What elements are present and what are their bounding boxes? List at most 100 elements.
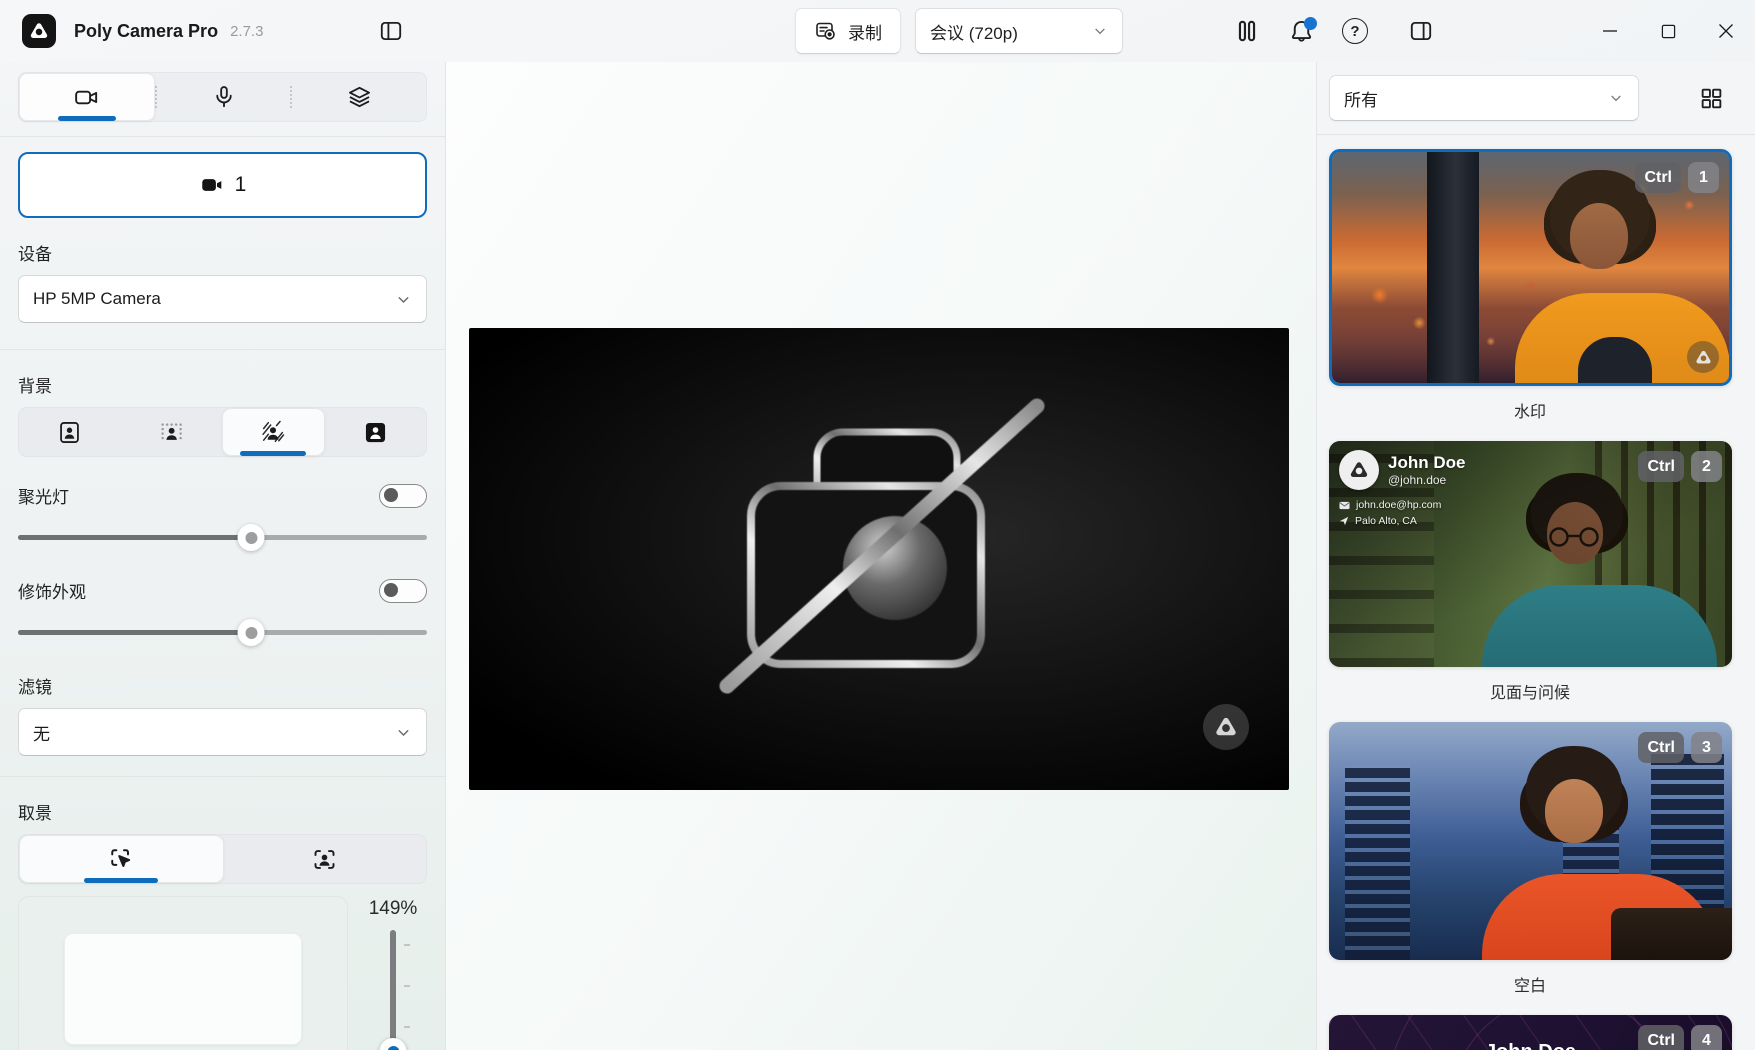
preset-card-watermark[interactable]: Ctrl 1 xyxy=(1329,149,1732,386)
shortcut-key-badge: 2 xyxy=(1691,451,1722,482)
zoom-percent: 149% xyxy=(369,898,418,920)
retouch-toggle[interactable] xyxy=(379,579,427,603)
device-dropdown[interactable]: HP 5MP Camera xyxy=(18,275,427,323)
camera-icon xyxy=(73,84,100,111)
filter-dropdown[interactable]: 无 xyxy=(18,708,427,756)
preset-card-meet-greet[interactable]: John Doe @john.doe john.doe@hp.com xyxy=(1329,441,1732,667)
title-bar: Poly Camera Pro 2.7.3 录制 会议 (720p) xyxy=(0,0,1755,62)
record-label: 录制 xyxy=(848,19,882,44)
notification-dot xyxy=(1304,17,1317,30)
zoom-slider-knob[interactable] xyxy=(380,1038,407,1050)
minimize-button[interactable] xyxy=(1581,0,1639,62)
retouch-slider-knob[interactable] xyxy=(238,619,265,646)
person-face xyxy=(1570,203,1628,269)
camera-filled-icon xyxy=(199,172,225,198)
help-icon[interactable]: ? xyxy=(1335,11,1375,51)
person-email: john.doe@hp.com xyxy=(1356,499,1441,511)
pause-preview-icon[interactable] xyxy=(1227,11,1267,51)
tab-scenes[interactable] xyxy=(292,73,426,121)
retouch-label: 修饰外观 xyxy=(18,578,86,603)
presets-filter-dropdown[interactable]: 所有 xyxy=(1329,75,1639,121)
preset-label: 空白 xyxy=(1329,972,1731,996)
microphone-icon xyxy=(211,84,237,110)
active-tab-indicator xyxy=(58,116,116,121)
background-label: 背景 xyxy=(18,372,427,397)
tab-camera[interactable] xyxy=(19,73,155,121)
spotlight-label: 聚光灯 xyxy=(18,483,69,508)
right-panel-toggle-icon[interactable] xyxy=(1401,11,1441,51)
lower-third-card: John Doe @john.doe john.doe@hp.com xyxy=(1339,450,1465,527)
app-title: Poly Camera Pro xyxy=(74,21,218,42)
bg-option-light-blur[interactable] xyxy=(120,408,221,456)
chevron-down-icon xyxy=(395,291,412,308)
zoom-slider[interactable] xyxy=(378,930,408,1050)
location-icon xyxy=(1339,516,1349,526)
spotlight-slider-knob[interactable] xyxy=(238,524,265,551)
poly-watermark-icon xyxy=(1687,341,1719,373)
person-face xyxy=(1545,779,1603,843)
filter-value: 无 xyxy=(33,720,395,745)
preset-card-blank[interactable]: Ctrl 3 xyxy=(1329,722,1732,960)
chevron-down-icon xyxy=(395,724,412,741)
person-name: John Doe xyxy=(1388,453,1465,473)
preset-list: Ctrl 1 水印 xyxy=(1329,135,1731,1050)
camera-preview xyxy=(469,328,1289,790)
bg-option-none[interactable] xyxy=(19,408,120,456)
retouch-slider[interactable] xyxy=(18,617,427,647)
chevron-down-icon xyxy=(1092,23,1108,39)
preview-stage xyxy=(446,62,1316,1050)
app-version: 2.7.3 xyxy=(230,23,263,40)
shortcut-badge: Ctrl xyxy=(1638,451,1684,482)
device-label: 设备 xyxy=(18,240,427,265)
preset-label: 水印 xyxy=(1329,398,1731,422)
framing-label: 取景 xyxy=(18,799,427,824)
resolution-dropdown[interactable]: 会议 (720p) xyxy=(915,8,1123,54)
pan-zoom-preview[interactable] xyxy=(18,896,348,1050)
person-frame-icon xyxy=(56,419,83,446)
shortcut-key-badge: 4 xyxy=(1691,1025,1722,1050)
spotlight-toggle[interactable] xyxy=(379,484,427,508)
camera-off-icon xyxy=(699,390,1059,700)
resolution-value: 会议 (720p) xyxy=(930,19,1092,44)
mail-icon xyxy=(1339,501,1350,510)
filter-label: 滤镜 xyxy=(18,673,427,698)
close-button[interactable] xyxy=(1697,0,1755,62)
notifications-bell-icon[interactable] xyxy=(1281,11,1321,51)
settings-panel: 1 设备 HP 5MP Camera 背景 xyxy=(0,62,446,1050)
left-panel-toggle-icon[interactable] xyxy=(371,11,411,51)
avatar xyxy=(1339,450,1379,490)
shortcut-badge: Ctrl xyxy=(1638,732,1684,763)
poly-watermark xyxy=(1203,704,1249,750)
person-dotted-blur-icon xyxy=(157,419,184,446)
pan-zoom-frame[interactable] xyxy=(64,933,302,1045)
bg-option-heavy-blur[interactable] xyxy=(222,408,325,456)
preset-label: 见面与问候 xyxy=(1329,679,1731,703)
person-handle: @john.doe xyxy=(1388,473,1465,487)
settings-tabbar xyxy=(18,72,427,122)
grid-view-icon[interactable] xyxy=(1691,78,1731,118)
background-options xyxy=(18,407,427,457)
person-hatched-blur-icon xyxy=(259,418,287,446)
maximize-button[interactable] xyxy=(1639,0,1697,62)
chevron-down-icon xyxy=(1608,90,1624,106)
camera-number: 1 xyxy=(235,173,247,197)
presets-panel: 所有 xyxy=(1316,62,1755,1050)
preset-card-name-slate[interactable]: John Doe @john.doe Ctrl 4 xyxy=(1329,1015,1732,1050)
record-button[interactable]: 录制 xyxy=(795,8,901,54)
layers-icon xyxy=(346,84,373,111)
device-value: HP 5MP Camera xyxy=(33,289,395,309)
selected-camera-box[interactable]: 1 xyxy=(18,152,427,218)
shortcut-key-badge: 3 xyxy=(1691,732,1722,763)
app-logo-icon xyxy=(22,14,56,48)
tab-microphone[interactable] xyxy=(157,73,291,121)
manual-frame-cursor-icon xyxy=(107,845,135,873)
framing-auto[interactable] xyxy=(224,835,427,883)
auto-frame-person-icon xyxy=(311,846,338,873)
bg-option-image[interactable] xyxy=(325,408,426,456)
shortcut-badge: Ctrl xyxy=(1638,1025,1684,1050)
spotlight-slider[interactable] xyxy=(18,522,427,552)
framing-manual[interactable] xyxy=(19,835,224,883)
active-option-indicator xyxy=(240,451,306,456)
framing-options xyxy=(18,834,427,884)
presets-filter-value: 所有 xyxy=(1344,86,1608,111)
